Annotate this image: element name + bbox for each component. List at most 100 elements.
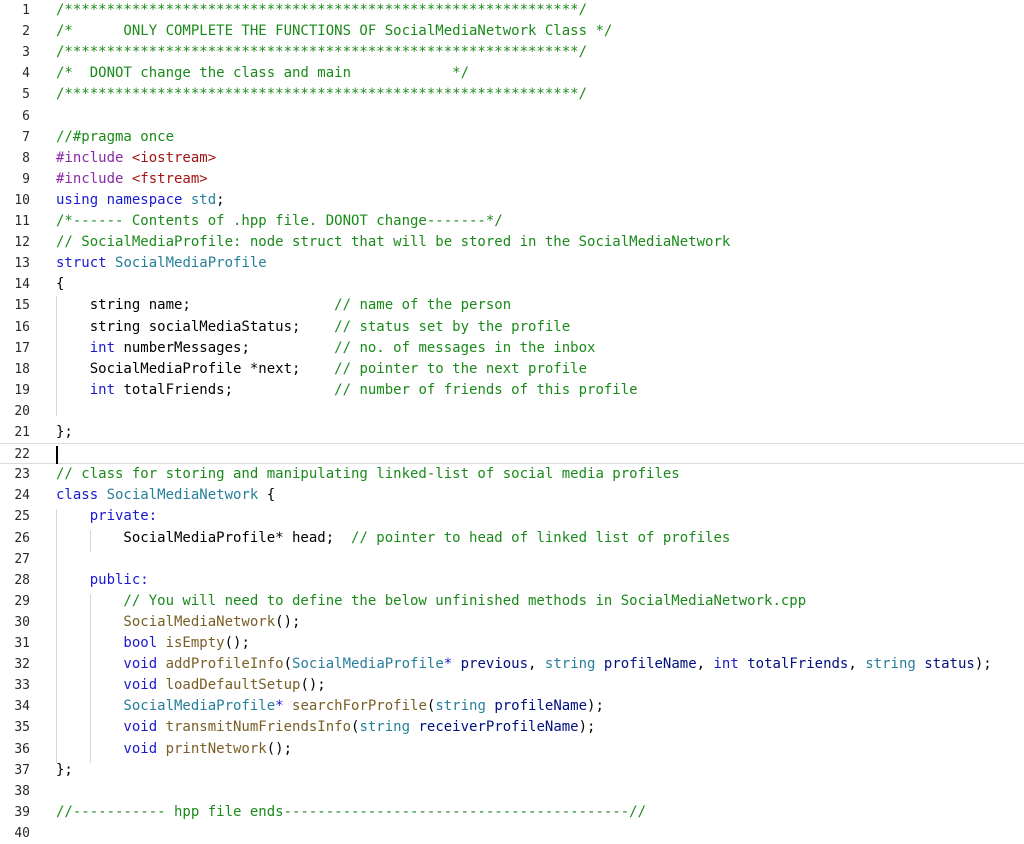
code-line[interactable]: 35 void transmitNumFriendsInfo(string re… [0, 717, 1024, 738]
line-number: 11 [14, 214, 30, 229]
code-line[interactable]: 37}; [0, 760, 1024, 781]
code-token: }; [56, 761, 73, 778]
line-code: // class for storing and manipulating li… [56, 464, 680, 485]
code-line[interactable]: 2 /* ONLY COMPLETE THE FUNCTIONS OF Socia… [0, 21, 1024, 42]
code-line[interactable]: 19 int totalFriends; // number of friend… [0, 380, 1024, 401]
line-number: 27 [14, 551, 30, 567]
code-line[interactable]: 34 SocialMediaProfile* searchForProfile(… [0, 696, 1024, 717]
line-number: 26 [14, 530, 30, 546]
code-line[interactable]: 4 /* DONOT change the class and main */ [0, 63, 1024, 84]
code-line[interactable]: 32 void addProfileInfo(SocialMediaProfil… [0, 654, 1024, 675]
code-line[interactable]: 31 bool isEmpty(); [0, 633, 1024, 654]
code-editor[interactable]: 1 /**************************************… [0, 0, 1024, 843]
line-code: class SocialMediaNetwork { [56, 485, 275, 506]
line-number: 32 [14, 657, 30, 673]
code-line[interactable]: 5 /**************************************… [0, 84, 1024, 105]
code-line[interactable]: 21}; [0, 422, 1024, 443]
code-token: , [848, 656, 866, 673]
code-token: void [56, 740, 166, 757]
line-code: string name; // name of the person [56, 295, 511, 316]
code-line[interactable]: 15 string name; // name of the person [0, 295, 1024, 316]
code-token: , [528, 656, 545, 673]
code-token: int [56, 381, 124, 398]
line-number: 29 [14, 593, 30, 609]
code-token: void [56, 677, 166, 694]
line-code: // SocialMediaProfile: node struct that … [56, 232, 730, 253]
code-line[interactable]: 10 using namespace std; [0, 190, 1024, 211]
code-line[interactable]: 6 [0, 106, 1024, 127]
code-token: isEmpty [165, 635, 225, 651]
code-token: { [56, 276, 65, 293]
line-number: 33 [14, 678, 30, 694]
code-token: ); [578, 719, 596, 736]
code-line[interactable]: 8 #include <iostream> [0, 148, 1024, 169]
line-number: 9 [22, 171, 30, 187]
code-line[interactable]: 13 struct SocialMediaProfile [0, 253, 1024, 274]
line-code: #include <fstream> [56, 169, 208, 190]
line-number: 21 [14, 425, 30, 440]
code-token: addProfileInfo [165, 656, 284, 673]
code-line[interactable]: 28 public: [0, 570, 1024, 591]
code-token: #include [56, 170, 132, 187]
code-line[interactable]: 17 int numberMessages; // no. of message… [0, 338, 1024, 359]
line-code: using namespace std; [56, 190, 225, 211]
line-number: 2 [22, 24, 30, 40]
code-line[interactable]: 20 [0, 401, 1024, 422]
line-number: 20 [14, 403, 30, 419]
code-line[interactable]: 3 /**************************************… [0, 42, 1024, 63]
code-line[interactable]: 38 [0, 781, 1024, 802]
line-code: private: [56, 506, 157, 527]
line-number: 28 [14, 572, 30, 588]
code-line[interactable]: 39 //----------- hpp file ends-----------… [0, 802, 1024, 823]
line-number: 35 [14, 720, 30, 736]
code-token: // no. of messages in the inbox [334, 339, 596, 356]
line-number: 34 [14, 699, 30, 715]
code-line[interactable]: 40 [0, 823, 1024, 844]
code-token: // name of the person [334, 297, 512, 314]
code-line[interactable]: 18 SocialMediaProfile *next; // pointer … [0, 359, 1024, 380]
code-line[interactable]: 12 // SocialMediaProfile: node struct tha… [0, 232, 1024, 253]
code-line[interactable]: 22 [0, 443, 1024, 465]
code-token: (); [300, 677, 326, 694]
code-line[interactable]: 1 /**************************************… [0, 0, 1024, 21]
code-line[interactable]: 29 // You will need to define the below … [0, 591, 1024, 612]
code-line[interactable]: 27 [0, 549, 1024, 570]
code-line[interactable]: 33 void loadDefaultSetup(); [0, 675, 1024, 696]
code-token: }; [56, 424, 73, 440]
code-line[interactable]: 11 /*------ Contents of .hpp file. DONOT … [0, 211, 1024, 232]
line-number: 30 [14, 614, 30, 630]
code-token: string name; [56, 297, 335, 314]
code-token: SocialMediaProfile [115, 255, 267, 272]
code-line[interactable]: 25 private: [0, 506, 1024, 527]
code-token: profileName [494, 698, 588, 715]
code-line[interactable]: 30 SocialMediaNetwork(); [0, 612, 1024, 633]
code-line[interactable]: 24 class SocialMediaNetwork { [0, 485, 1024, 506]
code-line[interactable]: 16 string socialMediaStatus; // status s… [0, 317, 1024, 338]
code-line[interactable]: 9 #include <fstream> [0, 169, 1024, 190]
code-token: // status set by the profile [334, 318, 571, 335]
line-code: SocialMediaProfile *next; // pointer to … [56, 359, 587, 380]
code-token: std [190, 191, 217, 208]
code-token: /***************************************… [56, 2, 588, 18]
line-number: 10 [14, 192, 30, 208]
code-token: int [56, 339, 124, 356]
code-token: string [544, 656, 604, 673]
code-token: , [696, 656, 714, 673]
code-token: previous [460, 656, 529, 673]
code-line[interactable]: 36 void printNetwork(); [0, 739, 1024, 760]
code-line[interactable]: 14 { [0, 274, 1024, 295]
line-number: 5 [22, 87, 30, 103]
code-token: loadDefaultSetup [165, 677, 301, 694]
line-number: 38 [14, 783, 30, 799]
code-line[interactable]: 23 // class for storing and manipulating … [0, 464, 1024, 485]
code-token: SocialMediaProfile *next; [56, 360, 335, 377]
line-code: /*------ Contents of .hpp file. DONOT ch… [56, 211, 503, 232]
line-code: }; [56, 422, 73, 443]
code-token: totalFriends [747, 656, 849, 673]
line-number: 24 [14, 488, 30, 504]
code-line[interactable]: 7 //#pragma once [0, 127, 1024, 148]
line-number: 16 [14, 319, 30, 335]
code-token: <fstream> [131, 170, 208, 187]
code-line[interactable]: 26 SocialMediaProfile* head; // pointer … [0, 528, 1024, 549]
code-token: ; [216, 191, 225, 208]
